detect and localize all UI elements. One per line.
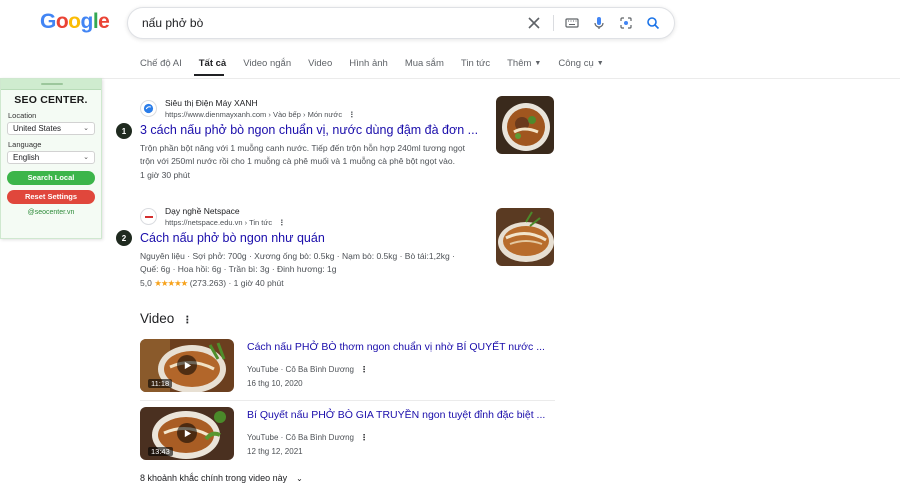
play-icon[interactable] bbox=[177, 355, 197, 375]
star-rating-icon: ★★★★★ bbox=[154, 278, 188, 288]
result-rating: 5,0 ★★★★★ (273.263) · 1 giờ 40 phút bbox=[140, 278, 284, 288]
tab-more-label: Thêm bbox=[507, 58, 532, 69]
more-options-icon[interactable]: ⋮ bbox=[348, 110, 356, 119]
reset-settings-button[interactable]: Reset Settings bbox=[7, 190, 95, 204]
result-thumbnail[interactable] bbox=[496, 208, 554, 266]
search-icon[interactable] bbox=[644, 14, 662, 32]
language-select[interactable]: English ⌄ bbox=[7, 151, 95, 164]
result-site-name[interactable]: Siêu thị Điện Máy XANH bbox=[165, 98, 258, 108]
search-local-button[interactable]: Search Local bbox=[7, 171, 95, 185]
drag-handle-icon[interactable] bbox=[41, 83, 63, 85]
video-result[interactable]: 13:43 Bí Quyết nấu PHỞ BÒ GIA TRUYỀN ngo… bbox=[140, 407, 560, 463]
key-moments-toggle[interactable]: 8 khoảnh khắc chính trong video này ⌄ bbox=[140, 473, 303, 483]
video-result[interactable]: 11:18 Cách nấu PHỞ BÒ thơm ngon chuẩn vị… bbox=[140, 339, 560, 395]
result-site-name[interactable]: Dạy nghề Netspace bbox=[165, 206, 240, 216]
tab-tools[interactable]: Công cụ ▼ bbox=[558, 58, 603, 69]
result-title-link[interactable]: Cách nấu phở bò ngon như quán bbox=[140, 231, 325, 245]
video-source-text: YouTube · Cô Ba Bình Dương bbox=[247, 433, 354, 442]
video-title-link[interactable]: Cách nấu PHỞ BÒ thơm ngon chuẩn vị nhờ B… bbox=[247, 341, 545, 353]
tab-short-videos[interactable]: Video ngắn bbox=[243, 58, 291, 69]
key-moments-label: 8 khoảnh khắc chính trong video này bbox=[140, 473, 288, 483]
result-snippet: Quế: 6g · Hoa hồi: 6g · Trần bì: 3g · Đi… bbox=[140, 264, 337, 274]
video-title-link[interactable]: Bí Quyết nấu PHỞ BÒ GIA TRUYỀN ngon tuyệ… bbox=[247, 409, 545, 421]
more-options-icon[interactable]: ⋮ bbox=[182, 315, 192, 326]
rank-badge: 1 bbox=[116, 123, 132, 139]
tab-ai-mode[interactable]: Chế độ AI bbox=[140, 58, 182, 69]
video-duration: 13:43 bbox=[148, 447, 173, 456]
panel-drag-bar[interactable] bbox=[1, 79, 101, 90]
logo-letter: e bbox=[98, 10, 110, 33]
video-date: 12 thg 12, 2021 bbox=[247, 447, 303, 456]
search-tabs: Chế độ AI Tất cả Video ngắn Video Hình ả… bbox=[140, 58, 621, 69]
caret-down-icon: ▼ bbox=[596, 60, 604, 67]
lens-camera-icon[interactable] bbox=[617, 14, 635, 32]
logo-letter: g bbox=[80, 10, 94, 33]
review-count: (273.263) bbox=[189, 278, 227, 288]
video-thumbnail[interactable]: 11:18 bbox=[140, 339, 234, 392]
language-value: English bbox=[13, 153, 40, 162]
result-url[interactable]: https://www.dienmayxanh.com › Vào bếp › … bbox=[165, 110, 356, 119]
tab-images[interactable]: Hình ảnh bbox=[349, 58, 388, 69]
rating-value: 5,0 bbox=[140, 278, 152, 288]
video-thumbnail[interactable]: 13:43 bbox=[140, 407, 234, 460]
logo-letter: G bbox=[40, 10, 56, 33]
clear-icon[interactable] bbox=[525, 14, 543, 32]
tab-videos[interactable]: Video bbox=[308, 58, 332, 69]
header-divider bbox=[0, 78, 900, 79]
result-snippet: Nguyên liệu · Sợi phở: 700g · Xương ống … bbox=[140, 251, 455, 261]
search-input[interactable]: nấu phở bò bbox=[142, 16, 203, 30]
location-select[interactable]: United States ⌄ bbox=[7, 122, 95, 135]
tab-shopping[interactable]: Mua sắm bbox=[405, 58, 444, 69]
search-bar[interactable]: nấu phở bò bbox=[127, 7, 675, 39]
result-url[interactable]: https://netspace.edu.vn › Tin tức ⋮ bbox=[165, 218, 286, 227]
keyboard-icon[interactable] bbox=[563, 14, 581, 32]
result-thumbnail[interactable] bbox=[496, 96, 554, 154]
logo-letter: o bbox=[55, 10, 69, 33]
active-tab-indicator bbox=[194, 74, 224, 76]
language-label: Language bbox=[8, 140, 42, 149]
video-divider bbox=[140, 400, 555, 401]
result-snippet: trộn với 250ml nước rồi cho 1 muỗng cà p… bbox=[140, 156, 455, 166]
result-url-text: https://netspace.edu.vn › Tin tức bbox=[165, 218, 273, 227]
seo-center-brand: SEO CENTER. bbox=[14, 94, 88, 106]
chevron-down-icon: ⌄ bbox=[83, 125, 89, 132]
result-url-text: https://www.dienmayxanh.com › Vào bếp › … bbox=[165, 110, 343, 119]
chevron-down-icon: ⌄ bbox=[83, 154, 89, 161]
video-duration: 11:18 bbox=[148, 379, 173, 388]
more-options-icon[interactable]: ⋮ bbox=[360, 365, 368, 374]
search-bar-icons bbox=[516, 14, 662, 32]
result-meta: 1 giờ 30 phút bbox=[140, 170, 190, 180]
video-source-text: YouTube · Cô Ba Bình Dương bbox=[247, 365, 354, 374]
caret-down-icon: ▼ bbox=[534, 60, 542, 67]
seo-center-link[interactable]: @seocenter.vn bbox=[1, 209, 101, 216]
tab-tools-label: Công cụ bbox=[558, 58, 594, 69]
play-icon[interactable] bbox=[177, 423, 197, 443]
chevron-down-icon: ⌄ bbox=[296, 474, 303, 483]
video-heading-text: Video bbox=[140, 311, 175, 326]
logo-letter: o bbox=[68, 10, 81, 33]
microphone-icon[interactable] bbox=[590, 14, 608, 32]
tab-all[interactable]: Tất cả bbox=[199, 58, 226, 69]
result-title-link[interactable]: 3 cách nấu phở bò ngon chuẩn vị, nước dù… bbox=[140, 123, 478, 137]
google-logo[interactable]: Google bbox=[40, 10, 110, 34]
more-options-icon[interactable]: ⋮ bbox=[360, 433, 368, 442]
tab-news[interactable]: Tin tức bbox=[461, 58, 490, 69]
location-value: United States bbox=[13, 124, 62, 133]
location-label: Location bbox=[8, 111, 37, 120]
seo-center-panel: SEO CENTER. Location United States ⌄ Lang… bbox=[0, 78, 102, 239]
more-options-icon[interactable]: ⋮ bbox=[278, 218, 286, 227]
rank-badge: 2 bbox=[116, 230, 132, 246]
search-separator bbox=[553, 15, 554, 31]
site-favicon-icon bbox=[140, 100, 157, 117]
video-source: YouTube · Cô Ba Bình Dương ⋮ bbox=[247, 433, 368, 442]
video-date: 16 thg 10, 2020 bbox=[247, 379, 303, 388]
result-meta: 1 giờ 40 phút bbox=[233, 278, 284, 288]
site-favicon-icon bbox=[140, 208, 157, 225]
video-section-heading: Video ⋮ bbox=[140, 311, 192, 326]
result-snippet: Trộn phần bột năng với 1 muỗng canh nước… bbox=[140, 143, 465, 153]
video-source: YouTube · Cô Ba Bình Dương ⋮ bbox=[247, 365, 368, 374]
tab-more[interactable]: Thêm ▼ bbox=[507, 58, 541, 69]
